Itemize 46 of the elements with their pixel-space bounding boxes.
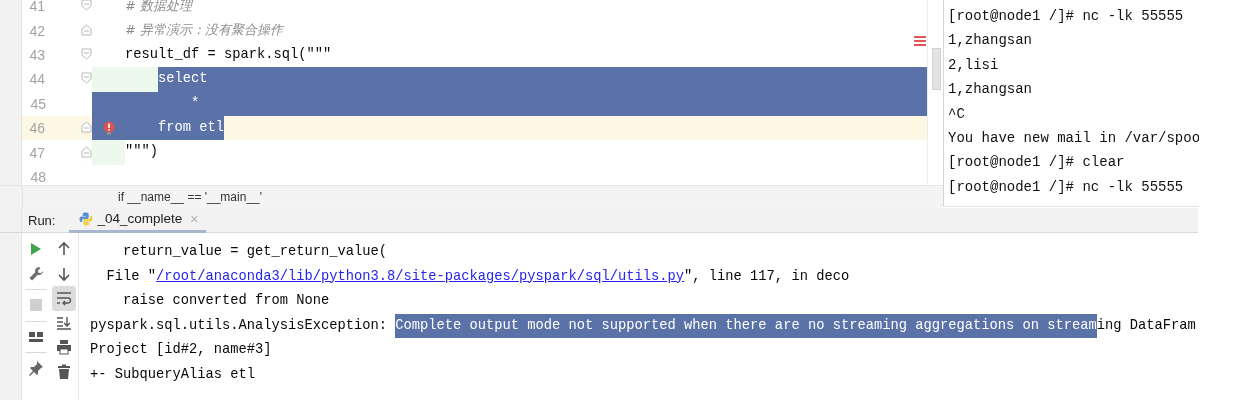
- down-arrow-icon[interactable]: [55, 265, 72, 282]
- code-line: result_df = spark.sql(""": [125, 45, 332, 64]
- line-number: 41: [28, 0, 45, 15]
- code-line: """): [125, 143, 158, 162]
- trash-icon[interactable]: [55, 363, 72, 380]
- terminal-line: 1,zhangsan: [947, 31, 1033, 51]
- selected-text: Complete output mode not supported when there are no streaming aggregations on stream: [395, 313, 1097, 338]
- line-number: 45: [29, 95, 46, 112]
- breadcrumb[interactable]: if __name__ == '__main__': [118, 190, 263, 205]
- line-number: 43: [28, 46, 45, 63]
- code-comment: # 异常演示：没有聚合操作: [125, 21, 284, 40]
- console-text: pyspark.sql.utils.AnalysisException:: [90, 316, 389, 335]
- file-link[interactable]: /root/anaconda3/lib/python3.8/site-packages/pyspark/sql/utils.py: [156, 264, 685, 289]
- console-text: File ": [105, 267, 156, 286]
- console-text: ", line 117, in deco: [684, 267, 850, 286]
- terminal-line: 2,lisi: [947, 55, 1000, 75]
- run-label: Run:: [28, 212, 56, 228]
- code-comment: # 数据处理: [125, 0, 193, 15]
- terminal-line: [root@node1 /]# clear: [947, 153, 1126, 173]
- code-line: select: [125, 67, 208, 92]
- console-text: +- SubqueryAlias etl: [90, 365, 256, 384]
- line-number: 47: [28, 144, 45, 161]
- error-bulb-icon[interactable]: [102, 121, 115, 136]
- pin-icon[interactable]: [27, 360, 44, 377]
- python-icon: [79, 211, 94, 226]
- terminal-line: [root@node1 /]# nc -lk 55555: [947, 7, 1185, 26]
- console-text: return_value = get_return_value(: [122, 243, 388, 261]
- line-number: 44: [28, 71, 45, 88]
- terminal-line: 1,zhangsan: [947, 80, 1033, 100]
- scroll-to-end-icon[interactable]: [55, 314, 72, 331]
- line-number: 46: [28, 120, 45, 137]
- terminal-line: ^C: [947, 104, 966, 124]
- printer-icon[interactable]: [55, 339, 72, 356]
- wrench-icon[interactable]: [27, 265, 44, 282]
- run-tab[interactable]: _04_complete ×: [69, 208, 207, 233]
- error-stripe-icon[interactable]: [914, 36, 926, 46]
- code-line: *: [125, 91, 200, 116]
- console-text: Project [id#2, name#3]: [90, 341, 272, 359]
- code-line: from etl: [125, 115, 225, 141]
- line-number: 48: [29, 168, 46, 185]
- terminal-line: [root@node1 /]# nc -lk 55555: [947, 177, 1185, 197]
- line-number: 42: [28, 22, 45, 39]
- scrollbar-thumb[interactable]: [932, 48, 941, 90]
- terminal-line: You have new mail in /var/spoo: [947, 128, 1199, 148]
- console-text: raise converted from None: [122, 292, 330, 310]
- console-text: ing DataFram: [1096, 316, 1196, 335]
